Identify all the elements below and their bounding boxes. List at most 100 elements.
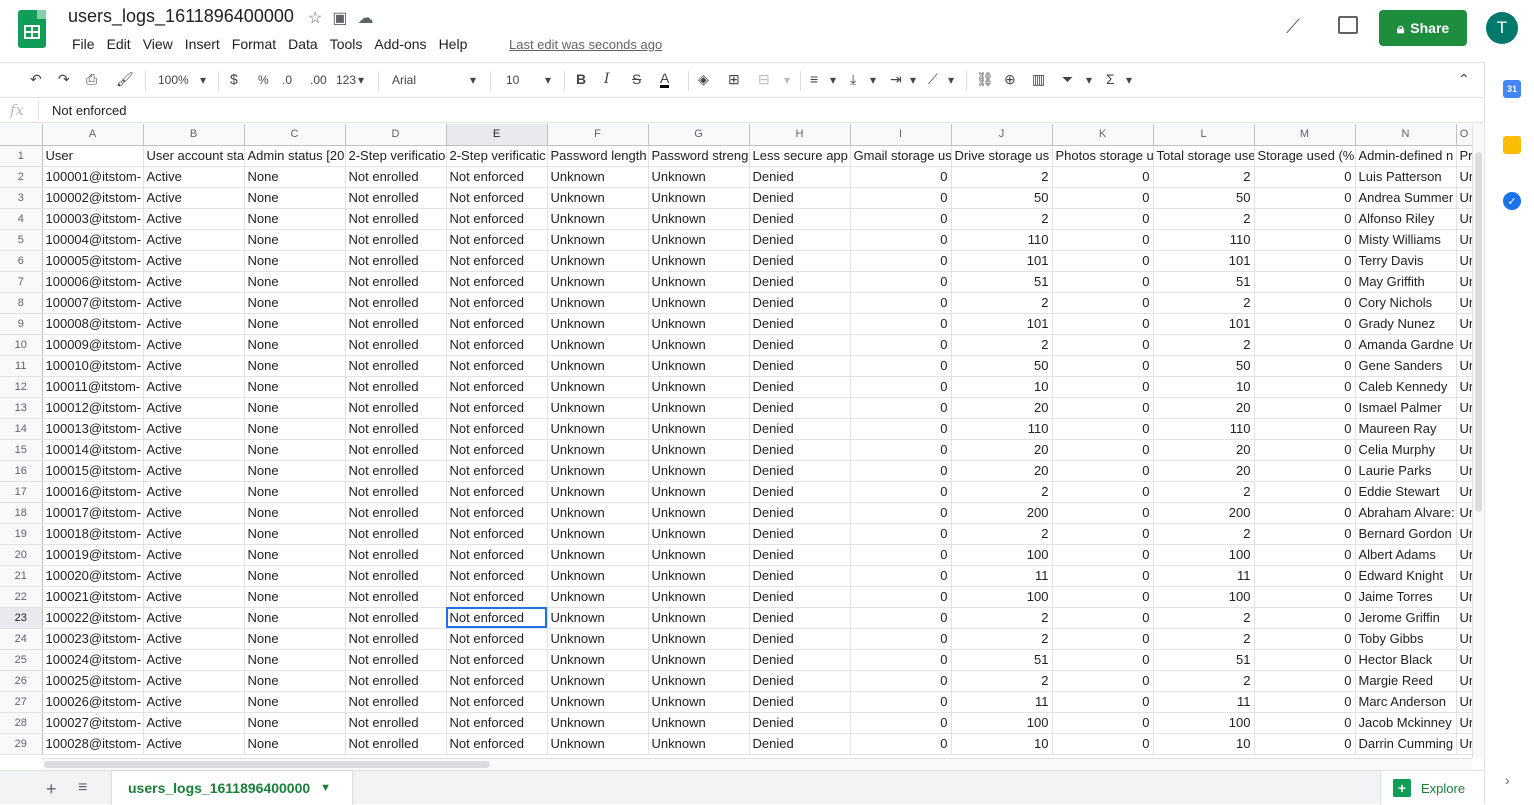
cell-m3[interactable]: 0	[1254, 187, 1356, 209]
cell-j18[interactable]: 200	[951, 502, 1053, 524]
row-header[interactable]: 13	[0, 397, 43, 419]
cell-m7[interactable]: 0	[1254, 271, 1356, 293]
cell-j7[interactable]: 51	[951, 271, 1053, 293]
more-formats-button[interactable]: 123	[336, 73, 356, 87]
cell-g25[interactable]: Unknown	[648, 649, 750, 671]
cell-n28[interactable]: Jacob Mckinney	[1355, 712, 1457, 734]
cell-f14[interactable]: Unknown	[547, 418, 649, 440]
cell-g2[interactable]: Unknown	[648, 166, 750, 188]
cell-e13[interactable]: Not enforced	[446, 397, 548, 419]
cell-c22[interactable]: None	[244, 586, 346, 608]
cell-h7[interactable]: Denied	[749, 271, 851, 293]
cell-d29[interactable]: Not enrolled	[345, 733, 447, 755]
cell-l3[interactable]: 50	[1153, 187, 1255, 209]
column-header-d[interactable]: D	[345, 124, 447, 146]
cell-n1[interactable]: Admin-defined n	[1355, 145, 1457, 167]
cell-e19[interactable]: Not enforced	[446, 523, 548, 545]
row-header[interactable]: 15	[0, 439, 43, 461]
menu-item-data[interactable]: Data	[282, 36, 324, 52]
cell-f6[interactable]: Unknown	[547, 250, 649, 272]
cell-c10[interactable]: None	[244, 334, 346, 356]
cell-b11[interactable]: Active	[143, 355, 245, 377]
cell-m15[interactable]: 0	[1254, 439, 1356, 461]
cell-f27[interactable]: Unknown	[547, 691, 649, 713]
cell-i7[interactable]: 0	[850, 271, 952, 293]
cell-i14[interactable]: 0	[850, 418, 952, 440]
cell-o28[interactable]: Ur	[1456, 712, 1472, 734]
cell-n26[interactable]: Margie Reed	[1355, 670, 1457, 692]
row-header[interactable]: 21	[0, 565, 43, 587]
cell-e24[interactable]: Not enforced	[446, 628, 548, 650]
cell-j23[interactable]: 2	[951, 607, 1053, 629]
cell-h14[interactable]: Denied	[749, 418, 851, 440]
cell-k21[interactable]: 0	[1052, 565, 1154, 587]
cell-b8[interactable]: Active	[143, 292, 245, 314]
cell-o18[interactable]: Ur	[1456, 502, 1472, 524]
cell-m1[interactable]: Storage used (%	[1254, 145, 1356, 167]
cell-a9[interactable]: 100008@itstom-	[42, 313, 144, 335]
cell-j15[interactable]: 20	[951, 439, 1053, 461]
cell-f13[interactable]: Unknown	[547, 397, 649, 419]
undo-icon[interactable]: ↶	[30, 71, 42, 88]
cell-d9[interactable]: Not enrolled	[345, 313, 447, 335]
cell-a28[interactable]: 100027@itstom-	[42, 712, 144, 734]
cell-i4[interactable]: 0	[850, 208, 952, 230]
row-header[interactable]: 8	[0, 292, 43, 314]
cell-h20[interactable]: Denied	[749, 544, 851, 566]
cell-k10[interactable]: 0	[1052, 334, 1154, 356]
collapse-menus-icon[interactable]: ⌃	[1458, 71, 1470, 88]
cell-o17[interactable]: Ur	[1456, 481, 1472, 503]
text-color-button[interactable]: A	[660, 71, 670, 88]
cell-a2[interactable]: 100001@itstom-	[42, 166, 144, 188]
cell-o25[interactable]: Ur	[1456, 649, 1472, 671]
cell-l13[interactable]: 20	[1153, 397, 1255, 419]
cell-f2[interactable]: Unknown	[547, 166, 649, 188]
cell-g26[interactable]: Unknown	[648, 670, 750, 692]
cell-j29[interactable]: 10	[951, 733, 1053, 755]
cell-j20[interactable]: 100	[951, 544, 1053, 566]
cell-i29[interactable]: 0	[850, 733, 952, 755]
cell-a27[interactable]: 100026@itstom-	[42, 691, 144, 713]
cell-j12[interactable]: 10	[951, 376, 1053, 398]
move-folder-icon[interactable]: ▣	[332, 8, 347, 28]
chevron-down-icon[interactable]: ▾	[200, 73, 206, 87]
cell-h3[interactable]: Denied	[749, 187, 851, 209]
cell-a7[interactable]: 100006@itstom-	[42, 271, 144, 293]
row-header[interactable]: 6	[0, 250, 43, 272]
cell-o11[interactable]: Ur	[1456, 355, 1472, 377]
cell-e28[interactable]: Not enforced	[446, 712, 548, 734]
cell-n23[interactable]: Jerome Griffin	[1355, 607, 1457, 629]
vertical-align-icon[interactable]: ⤓	[850, 71, 856, 88]
cell-h25[interactable]: Denied	[749, 649, 851, 671]
cell-l28[interactable]: 100	[1153, 712, 1255, 734]
chevron-right-icon[interactable]: ›	[1505, 772, 1510, 788]
font-size-select[interactable]: 10	[506, 73, 519, 87]
cell-d18[interactable]: Not enrolled	[345, 502, 447, 524]
cell-i1[interactable]: Gmail storage us	[850, 145, 952, 167]
keep-icon[interactable]	[1503, 136, 1521, 154]
cell-h5[interactable]: Denied	[749, 229, 851, 251]
cell-b18[interactable]: Active	[143, 502, 245, 524]
chevron-down-icon[interactable]: ▾	[910, 73, 916, 87]
cell-k25[interactable]: 0	[1052, 649, 1154, 671]
all-sheets-icon[interactable]: ≡	[78, 779, 87, 797]
cell-a1[interactable]: User	[42, 145, 144, 167]
cell-k17[interactable]: 0	[1052, 481, 1154, 503]
row-header[interactable]: 2	[0, 166, 43, 188]
cell-a14[interactable]: 100013@itstom-	[42, 418, 144, 440]
cell-b7[interactable]: Active	[143, 271, 245, 293]
cell-e27[interactable]: Not enforced	[446, 691, 548, 713]
cell-h17[interactable]: Denied	[749, 481, 851, 503]
cell-b5[interactable]: Active	[143, 229, 245, 251]
cell-a26[interactable]: 100025@itstom-	[42, 670, 144, 692]
cell-b25[interactable]: Active	[143, 649, 245, 671]
cell-g21[interactable]: Unknown	[648, 565, 750, 587]
cell-j11[interactable]: 50	[951, 355, 1053, 377]
cell-g10[interactable]: Unknown	[648, 334, 750, 356]
star-icon[interactable]: ☆	[308, 8, 322, 28]
cell-n21[interactable]: Edward Knight	[1355, 565, 1457, 587]
cell-k26[interactable]: 0	[1052, 670, 1154, 692]
cell-c2[interactable]: None	[244, 166, 346, 188]
cell-l2[interactable]: 2	[1153, 166, 1255, 188]
cell-o27[interactable]: Ur	[1456, 691, 1472, 713]
